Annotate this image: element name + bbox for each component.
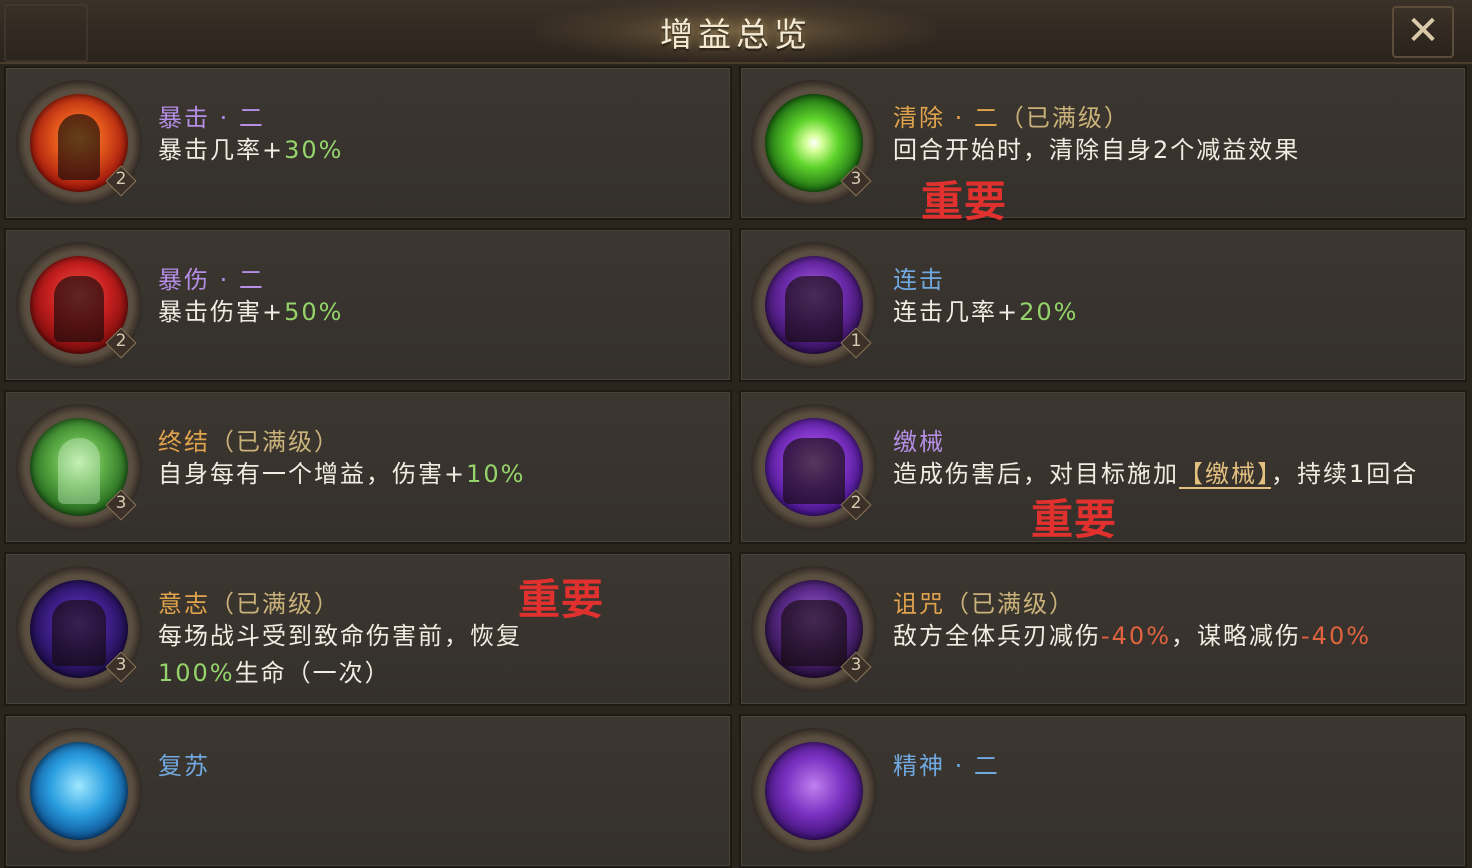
close-button[interactable]: ✕ — [1392, 6, 1454, 58]
level-badge: 2 — [105, 165, 137, 197]
level-badge: 3 — [840, 165, 872, 197]
blue-revive-icon[interactable] — [30, 742, 128, 840]
level-badge: 2 — [105, 327, 137, 359]
buff-name: 终结（已满级） — [158, 428, 340, 456]
buff-name: 复苏 — [158, 752, 210, 780]
purple-spirit-icon[interactable] — [765, 742, 863, 840]
buff-card-will: 3 意志（已满级） 每场战斗受到致命伤害前，恢复 100%生命（一次） 重要 — [4, 552, 732, 706]
buff-card-revive: 复苏 — [4, 714, 732, 868]
buff-name: 暴击 · 二 — [158, 104, 265, 132]
icon-frame — [16, 728, 142, 854]
buff-card-cleanse: 3 清除 · 二（已满级） 回合开始时，清除自身2个减益效果 重要 — [739, 66, 1467, 226]
buff-description: 每场战斗受到致命伤害前，恢复 100%生命（一次） — [158, 622, 522, 687]
buff-card-curse: 3 诅咒（已满级） 敌方全体兵刃减伤-40%，谋略减伤-40% — [739, 552, 1467, 706]
important-annotation: 重要 — [921, 177, 1008, 226]
level-badge: 3 — [840, 651, 872, 683]
buff-description: 造成伤害后，对目标施加【缴械】，持续1回合 — [893, 460, 1419, 488]
buff-card-finisher: 3 终结（已满级） 自身每有一个增益，伤害+10% — [4, 390, 732, 544]
buff-description: 自身每有一个增益，伤害+10% — [158, 460, 526, 488]
buff-card-disarm: 2 缴械 造成伤害后，对目标施加【缴械】，持续1回合 重要 — [739, 390, 1467, 544]
buff-name: 意志（已满级） — [158, 590, 340, 618]
buff-description: 回合开始时，清除自身2个减益效果 — [893, 136, 1301, 164]
buff-description: 敌方全体兵刃减伤-40%，谋略减伤-40% — [893, 622, 1372, 650]
level-badge: 3 — [105, 489, 137, 521]
level-badge: 2 — [840, 489, 872, 521]
level-badge: 3 — [105, 651, 137, 683]
level-badge: 1 — [840, 327, 872, 359]
buff-card-spirit: 精神 · 二 — [739, 714, 1467, 868]
panel-header: 增益总览 ✕ — [0, 0, 1472, 64]
buff-card-crit-damage: 2 暴伤 · 二 暴击伤害+50% — [4, 228, 732, 382]
icon-frame — [751, 728, 877, 854]
important-annotation: 重要 — [518, 575, 605, 624]
important-annotation: 重要 — [1031, 495, 1118, 544]
disarm-tag-link[interactable]: 【缴械】 — [1179, 460, 1271, 488]
buff-card-combo: 1 连击 连击几率+20% — [739, 228, 1467, 382]
buff-name: 精神 · 二 — [893, 752, 1000, 780]
page-title: 增益总览 — [660, 15, 812, 54]
buff-description: 连击几率+20% — [893, 298, 1079, 326]
buff-description: 暴击几率+30% — [158, 136, 344, 164]
buff-description: 暴击伤害+50% — [158, 298, 344, 326]
buff-name: 缴械 — [893, 428, 945, 456]
buff-name: 清除 · 二（已满级） — [893, 104, 1130, 132]
buff-name: 诅咒（已满级） — [893, 590, 1075, 618]
buff-name: 连击 — [893, 266, 945, 294]
buff-name: 暴伤 · 二 — [158, 266, 265, 294]
buff-card-crit: 2 暴击 · 二 暴击几率+30% — [4, 66, 732, 220]
